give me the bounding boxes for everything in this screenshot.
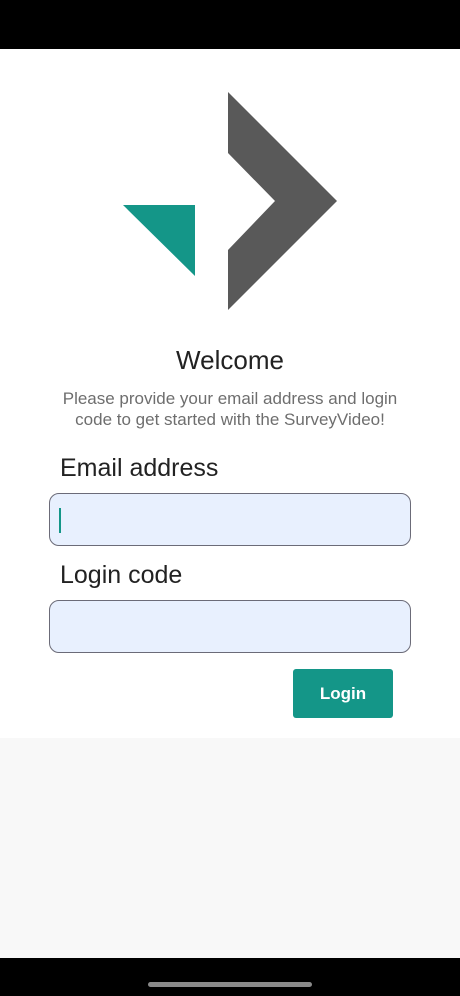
login-code-field[interactable] xyxy=(49,600,411,653)
welcome-subtitle: Please provide your email address and lo… xyxy=(62,389,398,429)
login-button[interactable]: Login xyxy=(293,669,393,718)
logo-gray-chevron xyxy=(228,92,337,310)
welcome-title: Welcome xyxy=(176,345,284,375)
text-cursor xyxy=(59,508,61,533)
email-label: Email address xyxy=(60,454,219,482)
navigation-bar xyxy=(0,958,460,996)
email-field[interactable] xyxy=(49,493,411,546)
home-handle[interactable] xyxy=(148,982,312,987)
status-bar xyxy=(0,0,460,49)
login-code-label: Login code xyxy=(60,561,183,589)
logo-teal-triangle xyxy=(123,205,195,276)
surveyvideo-logo-icon xyxy=(123,92,337,310)
login-screen: Welcome Please provide your email addres… xyxy=(0,49,460,738)
